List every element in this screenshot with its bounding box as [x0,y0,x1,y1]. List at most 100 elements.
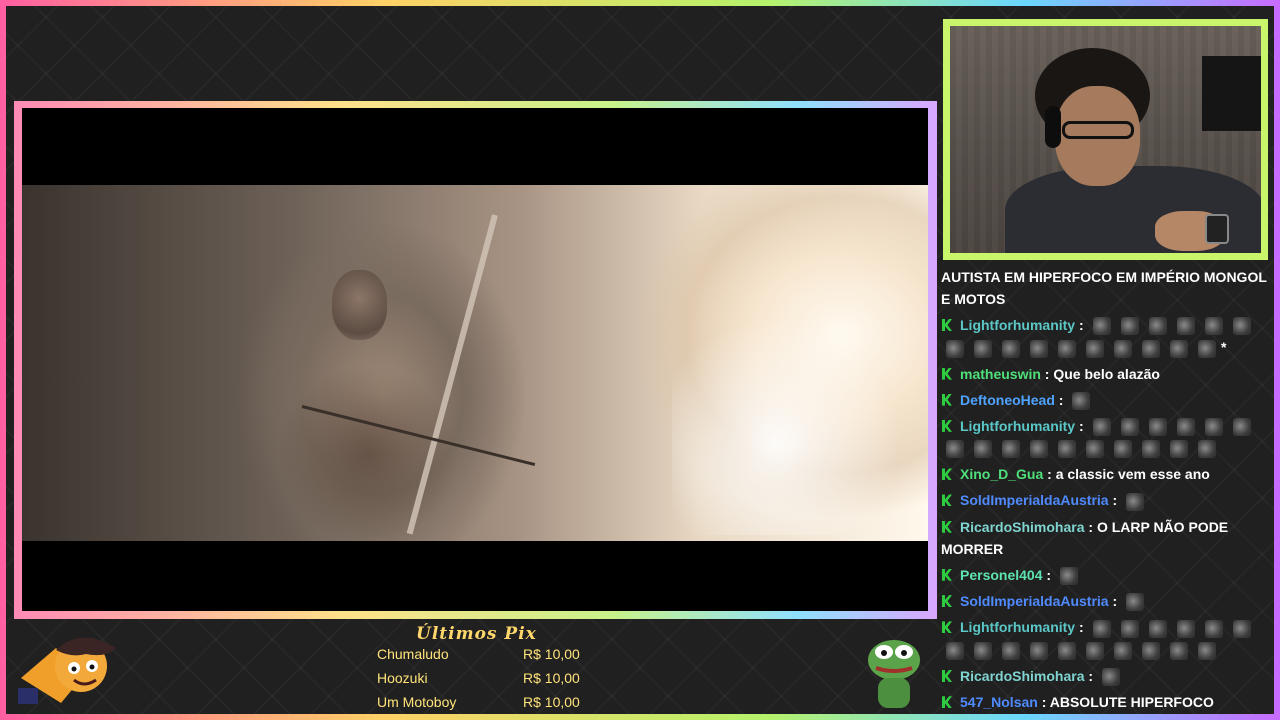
emote-icon [1148,317,1167,336]
frog-head [868,640,920,680]
chat-username[interactable]: RicardoShimohara [960,668,1084,684]
chat-username[interactable]: SoldImperialdaAustria [960,593,1109,609]
emote-icon [1148,418,1167,437]
emote-icon [1002,440,1020,459]
donation-amount: R$ 10,00 [523,670,580,686]
webcam-feed [950,26,1261,253]
chat-username[interactable]: Xino_D_Gua [960,466,1043,482]
emote-icon [1176,418,1195,437]
emote-icon [1072,391,1091,410]
emote-icon [1114,641,1132,660]
chat-username[interactable]: Personel404 [960,567,1043,583]
mascot-body [18,688,38,704]
emote-icon [1204,317,1223,336]
emote-icon [1232,418,1251,437]
chat-username[interactable]: 547_Nolsan [960,694,1038,710]
chat-message: SoldImperialdaAustria : [941,489,1271,511]
fire-sparks [672,305,928,535]
emote-icon [1176,317,1195,336]
smartwatch [1205,214,1229,244]
chat-message: Xino_D_Gua : a classic vem esse ano [941,463,1271,485]
emote-icon [1086,641,1104,660]
kick-badge-icon [942,621,952,634]
chat-message-text: a classic vem esse ano [1055,466,1210,483]
emote-icon [1002,339,1020,358]
emote-icon [1198,641,1216,660]
emote-icon [1092,418,1111,437]
emote-icon [1092,619,1111,638]
emote-icon [946,339,964,358]
background-monitor [1202,56,1261,131]
chat-message: matheuswin : Que belo alazão [941,363,1271,385]
emote-icon [1114,339,1132,358]
emote-icon [1120,317,1139,336]
emote-icon [1232,619,1251,638]
emote-icon [946,440,964,459]
chat-message: RicardoShimohara : O LARP NÃO PODE MORRE… [941,518,1229,557]
emote-icon [1086,339,1104,358]
emote-icon [1126,593,1145,612]
chat-username[interactable]: DeftoneoHead [960,392,1055,408]
emote-icon [1120,418,1139,437]
donor-name: Chumaludo [377,646,449,662]
emote-icon [1030,440,1048,459]
emote-icon [1148,619,1167,638]
chat-panel[interactable]: AUTISTA EM HIPERFOCO EM IMPÉRIO MONGOL E… [941,266,1271,716]
frog-pupil [881,650,887,656]
emote-icon [1126,492,1145,511]
emote-icon [1198,440,1216,459]
stream-title: AUTISTA EM HIPERFOCO EM IMPÉRIO MONGOL E… [941,269,1267,307]
chat-message: SoldImperialdaAustria : [941,590,1271,612]
emote-icon [1002,641,1020,660]
main-video[interactable] [22,108,928,611]
chat-messages: Lightforhumanity : * matheuswin : Que bel… [941,314,1271,713]
donations-title: Últimos Pix [416,624,537,644]
chat-username[interactable]: RicardoShimohara [960,519,1084,535]
mascot-pupil [89,664,95,670]
emote-icon [1142,339,1160,358]
emote-icon [1170,440,1188,459]
emote-icon [1176,619,1195,638]
donor-name: Hoozuki [377,670,428,686]
frog-pupil [901,650,907,656]
chat-username[interactable]: SoldImperialdaAustria [960,492,1109,508]
emote-icon [1170,339,1188,358]
emote-icon [1120,619,1139,638]
chat-username[interactable]: Lightforhumanity [960,418,1075,434]
pepe-frog-icon [868,640,920,708]
chat-message: 547_Nolsan : ABSOLUTE HIPERFOCO [941,691,1271,713]
emote-icon [946,641,964,660]
headset-icon [1045,106,1061,148]
emote-icon [1086,440,1104,459]
chat-message-text: Que belo alazão [1053,365,1160,382]
emote-icon [1058,641,1076,660]
chat-username[interactable]: Lightforhumanity [960,619,1075,635]
video-scene-musician-with-fire [22,185,928,545]
chat-message: Lightforhumanity : [941,415,1271,460]
donation-row: Chumaludo R$ 10,00 [377,646,597,668]
emote-icon [1142,440,1160,459]
chat-message-text: ABSOLUTE HIPERFOCO [1049,694,1214,711]
kick-badge-icon [942,696,952,709]
emote-icon [974,641,992,660]
cartoon-mascot-icon [18,637,116,704]
kick-badge-icon [942,669,952,682]
emote-icon [1204,619,1223,638]
mascot-pupil [71,666,77,672]
donation-amount: R$ 10,00 [523,646,580,662]
emote-icon [974,440,992,459]
chat-message: Personel404 : [941,564,1271,586]
emote-icon [1058,440,1076,459]
emote-icon [974,339,992,358]
chat-message: RicardoShimohara : [941,665,1271,687]
kick-badge-icon [942,468,952,481]
musician-head [332,270,387,340]
emote-icon [1059,567,1078,586]
kick-badge-icon [942,595,952,608]
chat-username[interactable]: matheuswin [960,366,1041,382]
chat-username[interactable]: Lightforhumanity [960,317,1075,333]
kick-badge-icon [942,419,952,432]
emote-icon [1092,317,1111,336]
kick-badge-icon [942,319,952,331]
donation-row: Hoozuki R$ 10,00 [377,670,597,692]
